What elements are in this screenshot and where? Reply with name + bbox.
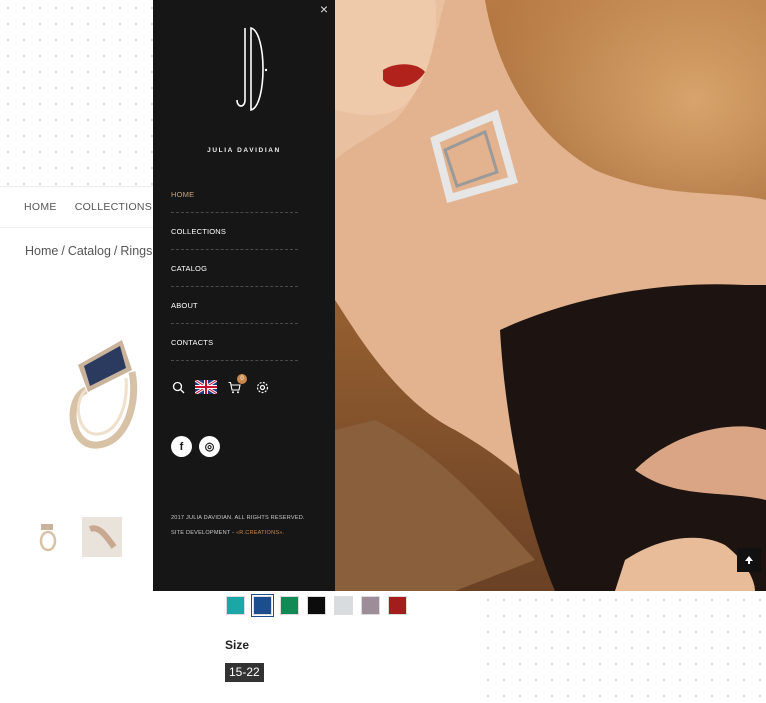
breadcrumb: Home / Catalog / Rings / I [25,244,165,258]
nav-home[interactable]: HOME [24,201,57,213]
drawer-menu: HOME COLLECTIONS CATALOG ABOUT CONTACTS [171,176,298,361]
color-swatch[interactable] [307,596,326,615]
menu-item-home[interactable]: HOME [171,176,298,213]
color-swatches [226,594,407,617]
close-icon: × [319,1,329,17]
thumbnail[interactable] [28,517,68,557]
scroll-to-top-button[interactable] [737,548,761,572]
top-margin [0,0,153,186]
nav-collections[interactable]: COLLECTIONS [75,201,152,213]
facebook-icon[interactable]: f [171,436,192,457]
developer-link[interactable]: «R.CREATIONS». [236,530,284,536]
copyright-text: 2017 JULIA DAVIDIAN. ALL RIGHTS RESERVED… [171,515,305,521]
close-menu-button[interactable]: × [317,2,331,16]
product-image[interactable] [60,330,150,460]
menu-item-collections[interactable]: COLLECTIONS [171,213,298,250]
uk-flag-icon[interactable] [194,378,218,396]
gear-icon[interactable] [255,380,269,394]
facebook-glyph: f [179,440,184,453]
drawer-tools: 0 [171,374,269,396]
breadcrumb-home[interactable]: Home [25,244,58,258]
brand-name: JULIA DAVIDIAN [207,147,281,154]
product-thumbnails [28,517,122,557]
breadcrumb-rings[interactable]: Rings [120,244,152,258]
site-development-text: SITE DEVELOPMENT - «R.CREATIONS». [171,526,305,541]
drawer-footer: 2017 JULIA DAVIDIAN. ALL RIGHTS RESERVED… [171,511,305,541]
menu-item-about[interactable]: ABOUT [171,287,298,324]
instagram-icon[interactable]: ◎ [199,436,220,457]
search-icon[interactable] [171,380,185,394]
size-label: Size [225,638,250,652]
size-option[interactable]: 15-22 [225,663,264,682]
color-swatch[interactable] [251,594,274,617]
breadcrumb-separator: / [113,244,118,258]
hero-photo [335,0,766,591]
breadcrumb-separator: / [61,244,65,258]
color-swatch[interactable] [334,596,353,615]
color-swatch[interactable] [280,596,299,615]
top-navigation: HOME COLLECTIONS C [0,186,178,228]
thumbnail[interactable] [82,517,122,557]
jd-logo[interactable] [235,26,269,112]
site-development-label: SITE DEVELOPMENT - [171,530,236,536]
menu-item-contacts[interactable]: CONTACTS [171,324,298,361]
color-swatch[interactable] [226,596,245,615]
side-menu-drawer: × JULIA DAVIDIAN HOME COLLECTIONS CATALO… [153,0,335,591]
color-swatch[interactable] [361,596,380,615]
instagram-glyph: ◎ [204,441,215,453]
cart-icon[interactable]: 0 [227,374,247,394]
social-links: f ◎ [171,436,220,457]
cart-count-badge: 0 [237,374,247,384]
breadcrumb-catalog[interactable]: Catalog [68,244,111,258]
arrow-up-icon [745,556,753,564]
color-swatch[interactable] [388,596,407,615]
menu-item-catalog[interactable]: CATALOG [171,250,298,287]
